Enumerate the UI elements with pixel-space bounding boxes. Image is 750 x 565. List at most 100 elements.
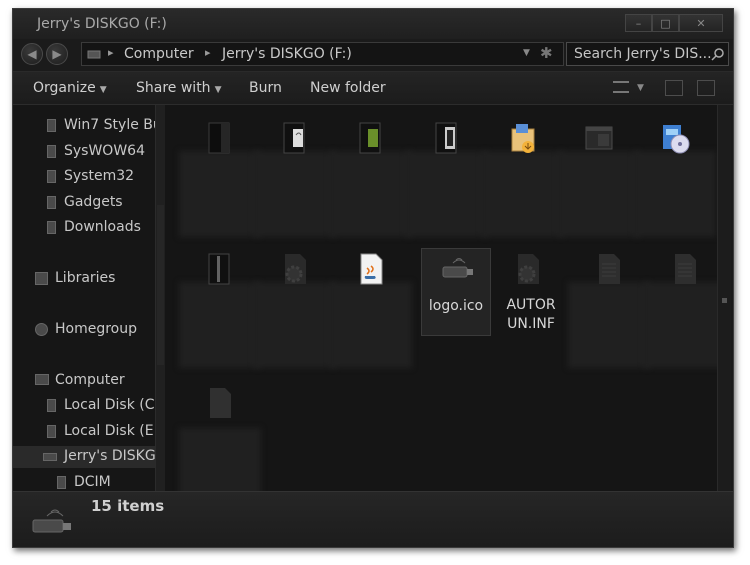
sidebar-item-label: Jerry's DISKG [64,448,155,464]
sidebar-item-local-disk-e[interactable]: Local Disk (E: [13,421,155,443]
folder-with-document-icon [283,122,305,154]
file-item[interactable] [254,244,336,368]
file-item[interactable] [644,244,721,368]
file-name-line: UN.INF [507,316,555,332]
dark-folder-icon [435,122,457,154]
text-file-icon [675,254,696,284]
breadcrumb-separator-icon: ▸ [108,46,114,59]
minimize-button[interactable]: – [625,14,652,32]
sidebar-item-computer[interactable]: Computer [13,370,155,392]
homegroup-icon [35,323,48,336]
dark-folder-icon [208,122,230,154]
window-icon [585,126,613,150]
details-pane: 15 items [13,491,733,547]
back-button[interactable]: ◀ [21,43,43,65]
zip-folder-icon [208,253,230,285]
back-arrow-icon: ◀ [27,47,37,61]
folder-icon [47,119,56,132]
item-count: 15 items [91,497,165,515]
preview-pane-icon[interactable] [665,80,683,96]
file-list: logo.ico AUTOR UN.INF [165,105,721,491]
text-file-icon [599,254,620,284]
sidebar-item-syswow64[interactable]: SysWOW64 [13,141,155,163]
disk-icon [47,399,56,412]
sidebar-item-jerrys-diskgo[interactable]: Jerry's DISKG [13,446,155,468]
organize-button[interactable]: Organize ▼ [33,80,107,96]
file-item[interactable] [406,113,488,237]
maximize-button[interactable]: □ [652,14,679,32]
search-input[interactable]: Search Jerry's DIS... [574,46,712,62]
sidebar-item-downloads[interactable]: Downloads [13,217,155,239]
scrollbar-thumb[interactable] [157,205,164,365]
chevron-down-icon: ▼ [214,85,222,95]
sidebar-item-win7-style[interactable]: Win7 Style Bu [13,115,155,137]
organize-label: Organize [33,80,96,96]
folder-icon [47,170,56,183]
new-folder-button[interactable]: New folder [310,80,386,96]
sidebar-item-local-disk-c[interactable]: Local Disk (C: [13,395,155,417]
sidebar-item-label: Computer [55,372,125,388]
refresh-icon[interactable]: ✱ [540,44,553,62]
sidebar-item-gadgets[interactable]: Gadgets [13,192,155,214]
chevron-down-icon[interactable]: ▼ [637,83,644,93]
search-icon [711,48,724,61]
file-item[interactable] [254,113,336,237]
file-list-scrollbar[interactable] [717,105,731,491]
breadcrumb-drive[interactable]: Jerry's DISKGO (F:) [222,46,352,62]
library-icon [35,272,48,285]
file-item[interactable] [634,113,716,237]
close-button[interactable]: ✕ [679,14,723,32]
help-icon[interactable] [697,80,715,96]
forward-button[interactable]: ▶ [46,43,68,65]
file-item[interactable] [330,244,412,368]
setup-cd-icon [663,125,690,154]
sidebar-item-label: Homegroup [55,321,138,337]
sidebar-item-dcim[interactable]: DCIM [13,472,155,491]
share-with-label: Share with [136,80,211,96]
file-item-autorun-inf[interactable]: AUTOR UN.INF [493,244,563,332]
file-item[interactable] [330,113,412,237]
drive-icon [87,50,101,59]
file-item[interactable] [568,244,650,368]
java-file-icon [360,253,383,285]
file-item-logo-ico[interactable]: logo.ico [421,248,491,336]
share-with-button[interactable]: Share with ▼ [136,80,221,96]
file-item[interactable] [179,244,261,368]
sidebar-item-label: Gadgets [64,194,123,210]
address-bar[interactable]: ▸ Computer ▸ Jerry's DISKGO (F:) ▼ ✱ [81,42,564,66]
navigation-pane: Win7 Style Bu SysWOW64 System32 Gadgets … [13,105,155,491]
file-item[interactable] [179,113,261,237]
burn-button[interactable]: Burn [249,80,282,96]
file-item[interactable] [558,113,640,237]
computer-icon [35,374,49,385]
usb-drive-icon [442,258,473,278]
history-dropdown-icon[interactable]: ▼ [523,48,530,58]
file-item[interactable] [482,113,564,237]
disk-icon [47,425,56,438]
sidebar-item-homegroup[interactable]: Homegroup [13,319,155,341]
sidebar-item-libraries[interactable]: Libraries [13,268,155,290]
view-options-icon[interactable] [613,81,629,93]
green-folder-icon [359,122,381,154]
sidebar-item-system32[interactable]: System32 [13,166,155,188]
breadcrumb-computer[interactable]: Computer [124,46,194,62]
navigation-scrollbar[interactable] [155,105,165,491]
sidebar-item-label: Win7 Style Bu [64,117,155,133]
sidebar-item-label: Downloads [64,219,141,235]
usb-drive-icon [43,453,57,461]
file-name-line: AUTOR [506,297,556,313]
sidebar-item-label: System32 [64,168,135,184]
scroll-grip-icon [722,298,727,303]
sidebar-item-label: SysWOW64 [64,143,145,159]
file-item[interactable] [179,378,261,491]
command-bar: Organize ▼ Share with ▼ Burn New folder ▼ [13,71,733,105]
address-row: ◀ ▶ ▸ Computer ▸ Jerry's DISKGO (F:) ▼ ✱… [13,39,733,71]
search-box[interactable]: Search Jerry's DIS... [566,42,729,66]
file-name: AUTOR UN.INF [493,296,569,334]
breadcrumb-separator-icon: ▸ [205,46,211,59]
sidebar-item-label: Libraries [55,270,116,286]
title-bar[interactable]: Jerry's DISKGO (F:) – □ ✕ [13,9,733,39]
installer-box-icon [511,124,535,153]
chevron-down-icon: ▼ [99,85,107,95]
folder-icon [47,221,56,234]
